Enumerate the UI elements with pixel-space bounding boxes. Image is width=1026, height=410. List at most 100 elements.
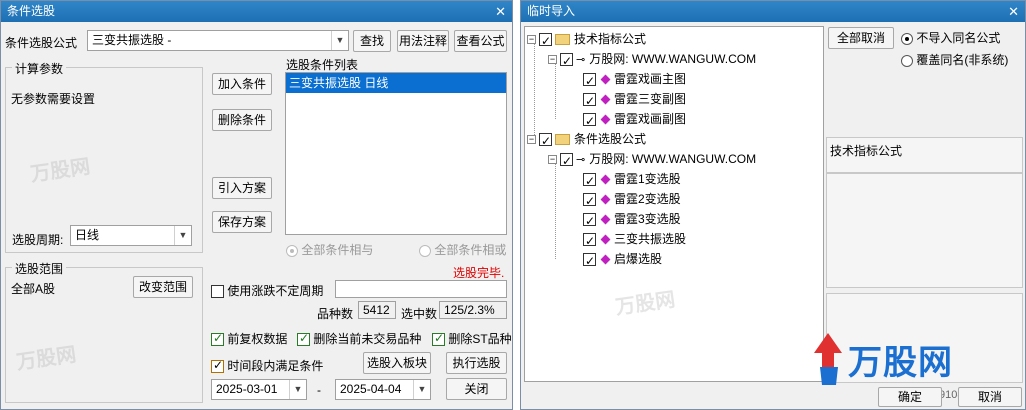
import-plan-button[interactable]: 引入方案 bbox=[212, 177, 272, 199]
cancel-all-button[interactable]: 全部取消 bbox=[828, 27, 894, 49]
collapse-icon[interactable]: − bbox=[527, 135, 536, 145]
close-icon[interactable]: ✕ bbox=[1008, 1, 1019, 22]
window-title: 临时导入 bbox=[527, 4, 576, 18]
condition-list-item[interactable]: 三变共振选股 日线 bbox=[286, 73, 506, 93]
delete-condition-button[interactable]: 删除条件 bbox=[212, 109, 272, 131]
date-separator: - bbox=[317, 383, 321, 397]
tree-item-label: 雷霆1变选股 bbox=[614, 172, 681, 186]
formula-icon bbox=[600, 94, 611, 105]
formula-value: 三变共振选股 - bbox=[92, 33, 172, 47]
collapse-icon[interactable]: − bbox=[548, 155, 557, 165]
tree-item-label: 三变共振选股 bbox=[614, 232, 687, 246]
no-import-option[interactable]: 不导入同名公式 bbox=[901, 29, 1000, 46]
view-formula-button[interactable]: 查看公式 bbox=[454, 30, 507, 52]
date-to-picker[interactable]: 2025-04-04 ▼ bbox=[335, 379, 431, 400]
folder-icon bbox=[555, 134, 570, 146]
chevron-down-icon[interactable]: ▼ bbox=[174, 226, 191, 245]
tree-item[interactable]: 雷霆戏画主图 bbox=[583, 69, 686, 91]
period-select[interactable]: 日线 ▼ bbox=[70, 225, 192, 246]
remove-untraded-checkbox[interactable] bbox=[297, 331, 310, 347]
remove-st-checkbox[interactable] bbox=[432, 331, 445, 347]
change-range-button[interactable]: 改变范围 bbox=[133, 276, 193, 298]
window-title: 条件选股 bbox=[7, 4, 56, 18]
tree-item-label: 雷霆戏画副图 bbox=[614, 112, 687, 126]
time-condition-checkbox[interactable] bbox=[211, 358, 224, 374]
radio-and[interactable] bbox=[286, 244, 298, 257]
formula-icon bbox=[600, 114, 611, 125]
to-board-button[interactable]: 选股入板块 bbox=[363, 352, 431, 374]
chevron-down-icon[interactable]: ▼ bbox=[413, 380, 430, 399]
tree-group-indicators[interactable]: − 技术指标公式 bbox=[527, 29, 647, 51]
use-period-checkbox[interactable] bbox=[211, 285, 224, 299]
date-from-picker[interactable]: 2025-03-01 ▼ bbox=[211, 379, 307, 400]
tree-checkbox[interactable] bbox=[560, 51, 573, 71]
ok-button[interactable]: 确定 bbox=[878, 387, 942, 407]
tree-group-label: 技术指标公式 bbox=[574, 32, 647, 46]
remove-untraded-option[interactable]: 删除当前未交易品种 bbox=[297, 330, 421, 347]
status-text: 选股完毕. bbox=[453, 266, 505, 280]
tree-item[interactable]: 雷霆三变副图 bbox=[583, 89, 686, 111]
tree-checkbox[interactable] bbox=[583, 231, 596, 251]
condition-list-title: 选股条件列表 bbox=[286, 58, 359, 72]
collapse-icon[interactable]: − bbox=[548, 55, 557, 65]
close-icon[interactable]: ✕ bbox=[495, 1, 506, 22]
radio-or-label: 全部条件相或 bbox=[434, 243, 507, 257]
find-button[interactable]: 查找 bbox=[353, 30, 391, 52]
tree-item[interactable]: 三变共振选股 bbox=[583, 229, 687, 251]
tree-site-indicators[interactable]: − ⊸万股网: WWW.WANGUW.COM bbox=[548, 49, 756, 71]
tree-item[interactable]: 启爆选股 bbox=[583, 249, 662, 271]
tree-item[interactable]: 雷霆2变选股 bbox=[583, 189, 681, 211]
usage-button[interactable]: 用法注释 bbox=[397, 30, 449, 52]
cancel-button[interactable]: 取消 bbox=[958, 387, 1022, 407]
tree-checkbox[interactable] bbox=[560, 151, 573, 171]
no-import-radio[interactable] bbox=[901, 32, 913, 45]
radio-and-option[interactable]: 全部条件相与 bbox=[286, 241, 373, 258]
range-value: 全部A股 bbox=[11, 282, 56, 296]
tree-checkbox[interactable] bbox=[583, 171, 596, 191]
tree-item[interactable]: 雷霆1变选股 bbox=[583, 169, 681, 191]
formula-icon bbox=[600, 254, 611, 265]
chevron-down-icon[interactable]: ▼ bbox=[331, 31, 348, 50]
radio-and-label: 全部条件相与 bbox=[301, 243, 374, 257]
time-condition-option[interactable]: 时间段内满足条件 bbox=[211, 357, 323, 374]
tree-checkbox[interactable] bbox=[583, 191, 596, 211]
tree-item[interactable]: 雷霆戏画副图 bbox=[583, 109, 687, 131]
radio-or-option[interactable]: 全部条件相或 bbox=[419, 241, 506, 258]
overwrite-radio[interactable] bbox=[901, 54, 913, 67]
tree-checkbox[interactable] bbox=[539, 131, 552, 151]
close-button[interactable]: 关闭 bbox=[446, 378, 507, 400]
no-params-text: 无参数需要设置 bbox=[11, 92, 96, 106]
no-import-label: 不导入同名公式 bbox=[916, 31, 1001, 45]
tree-checkbox[interactable] bbox=[583, 251, 596, 271]
formula-select[interactable]: 三变共振选股 - ▼ bbox=[87, 30, 349, 51]
tree-checkbox[interactable] bbox=[583, 211, 596, 231]
overwrite-option[interactable]: 覆盖同名(非系统) bbox=[901, 51, 1008, 68]
adjust-label: 前复权数据 bbox=[227, 332, 288, 346]
execute-button[interactable]: 执行选股 bbox=[446, 352, 507, 374]
tree-checkbox[interactable] bbox=[539, 31, 552, 51]
tree-checkbox[interactable] bbox=[583, 91, 596, 111]
date-to-value: 2025-04-04 bbox=[340, 382, 402, 396]
collapse-icon[interactable]: − bbox=[527, 35, 536, 45]
logo-text: 万股网 bbox=[848, 344, 953, 382]
tree-group-conditions[interactable]: − 条件选股公式 bbox=[527, 129, 646, 151]
tree-checkbox[interactable] bbox=[583, 111, 596, 131]
chevron-down-icon[interactable]: ▼ bbox=[289, 380, 306, 399]
tree-item[interactable]: 雷霆3变选股 bbox=[583, 209, 681, 231]
date-from-value: 2025-03-01 bbox=[216, 382, 278, 396]
use-period-option[interactable]: 使用涨跌不定周期 bbox=[211, 282, 323, 299]
add-condition-button[interactable]: 加入条件 bbox=[212, 73, 272, 95]
save-plan-button[interactable]: 保存方案 bbox=[212, 211, 272, 233]
period-input[interactable] bbox=[335, 280, 507, 298]
adjust-option[interactable]: 前复权数据 bbox=[211, 330, 287, 347]
remove-st-option[interactable]: 删除ST品种 bbox=[432, 330, 512, 347]
tree-checkbox[interactable] bbox=[583, 71, 596, 91]
formula-tree[interactable]: − 技术指标公式 −⊸万股网: WWW.WANGUW.COM 雷霆戏画主图 雷霆三… bbox=[524, 26, 824, 382]
watermark-logo: 万股网 bbox=[614, 288, 677, 320]
time-condition-label: 时间段内满足条件 bbox=[227, 359, 324, 373]
tree-site-conditions[interactable]: − ⊸万股网: WWW.WANGUW.COM bbox=[548, 149, 756, 171]
adjust-checkbox[interactable] bbox=[211, 331, 224, 347]
radio-or[interactable] bbox=[419, 244, 431, 257]
key-icon: ⊸ bbox=[576, 54, 586, 66]
condition-list[interactable]: 三变共振选股 日线 bbox=[285, 72, 507, 235]
